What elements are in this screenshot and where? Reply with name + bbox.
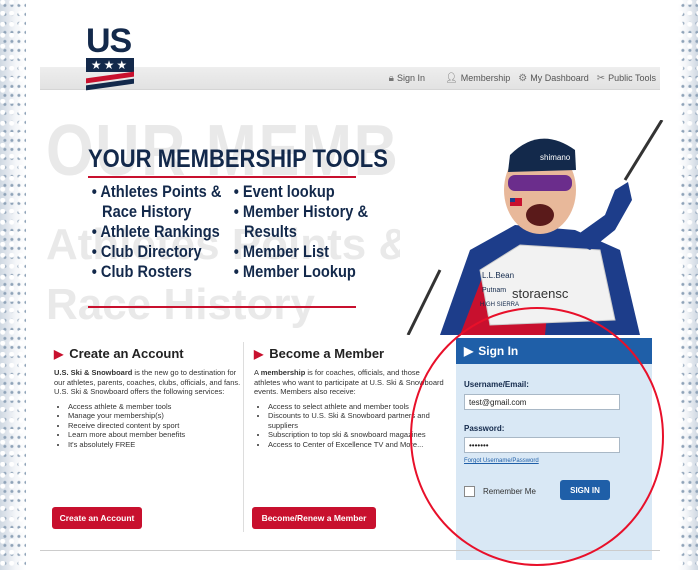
sponsor-putnam: Putnam bbox=[482, 287, 506, 294]
tools-icon: ✂ bbox=[596, 72, 606, 84]
tools-list-left: • Athletes Points & Race History • Athle… bbox=[90, 182, 253, 282]
nav-sign-in[interactable]: 🔒︎ Sign In bbox=[385, 73, 429, 84]
play-triangle-icon: ▶ bbox=[54, 346, 64, 361]
list-item: Receive directed content by sport bbox=[68, 421, 242, 431]
nav-public-tools[interactable]: ✂ Public Tools bbox=[593, 73, 660, 84]
column-divider bbox=[243, 342, 244, 532]
logo-stars: ★★★ bbox=[86, 58, 134, 72]
tool-item: • Athlete Rankings bbox=[91, 222, 220, 241]
become-member-heading: ▶ Become a Member bbox=[254, 346, 384, 361]
tool-item: • Athletes Points & Race History bbox=[91, 182, 222, 221]
sponsor-llbean: L.L.Bean bbox=[482, 271, 514, 280]
list-item: Learn more about member benefits bbox=[68, 430, 242, 440]
athlete-photo: storaensc L.L.Bean Putnam HIGH SIERRA sh… bbox=[400, 120, 670, 335]
hero-title-rule bbox=[88, 176, 356, 178]
hero-ghost-line-3: Race History bbox=[46, 280, 316, 329]
create-account-button[interactable]: Create an Account bbox=[52, 507, 142, 529]
tool-item: • Member List bbox=[233, 242, 330, 261]
hero-title: YOUR MEMBERSHIP TOOLS bbox=[88, 145, 388, 173]
nav-sign-in-label: Sign In bbox=[396, 73, 425, 83]
nav-public-tools-label: Public Tools bbox=[608, 73, 656, 83]
tool-item: • Club Rosters bbox=[91, 262, 192, 281]
tool-item: • Member History & Results bbox=[233, 202, 369, 241]
create-account-body: U.S. Ski & Snowboard is the new go to de… bbox=[54, 368, 242, 449]
bib-sponsor-text: storaensc bbox=[512, 286, 569, 301]
create-intro-bold: U.S. Ski & Snowboard bbox=[54, 368, 133, 377]
user-icon: 👤︎ bbox=[445, 72, 458, 84]
svg-text:shimano: shimano bbox=[540, 153, 571, 162]
annotation-circle bbox=[410, 307, 664, 566]
list-item: Manage your membership(s) bbox=[68, 411, 242, 421]
list-item: It's absolutely FREE bbox=[68, 440, 242, 450]
sponsor-high-sierra: HIGH SIERRA bbox=[480, 302, 519, 308]
create-benefits-list: Access athlete & member tools Manage you… bbox=[54, 402, 242, 450]
tool-item: • Event lookup bbox=[233, 182, 335, 201]
create-account-title: Create an Account bbox=[69, 346, 184, 361]
logo-text: US bbox=[86, 22, 132, 60]
frost-border-right bbox=[678, 0, 698, 570]
nav-membership[interactable]: 👤︎ Membership bbox=[441, 73, 514, 84]
nav-dashboard-label: My Dashboard bbox=[530, 73, 589, 83]
tool-item: • Club Directory bbox=[91, 242, 202, 261]
play-triangle-icon: ▶ bbox=[254, 346, 264, 361]
member-intro-bold: membership bbox=[260, 368, 306, 377]
become-member-title: Become a Member bbox=[269, 346, 385, 361]
tool-item: • Member Lookup bbox=[233, 262, 356, 281]
list-item: Access athlete & member tools bbox=[68, 402, 242, 412]
lock-icon: 🔒︎ bbox=[388, 72, 394, 84]
create-account-heading: ▶ Create an Account bbox=[54, 346, 184, 361]
tools-list-right: • Event lookup • Member History & Result… bbox=[232, 182, 404, 282]
hero-bottom-rule bbox=[88, 306, 356, 308]
gear-icon: ⚙ bbox=[518, 72, 528, 84]
become-member-button[interactable]: Become/Renew a Member bbox=[252, 507, 376, 529]
nav-dashboard[interactable]: ⚙ My Dashboard bbox=[514, 73, 593, 84]
frost-border-left bbox=[0, 0, 26, 570]
nav-membership-label: Membership bbox=[460, 73, 511, 83]
